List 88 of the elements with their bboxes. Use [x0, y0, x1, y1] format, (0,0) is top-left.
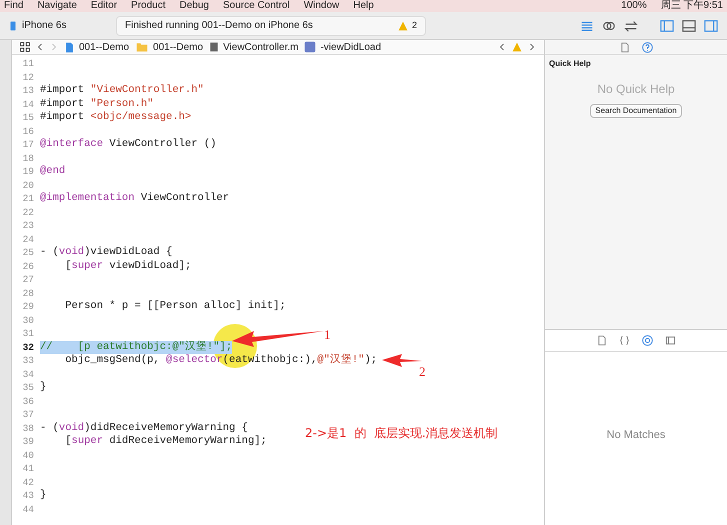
forward-icon[interactable] — [528, 42, 536, 52]
line-number: 28 — [22, 286, 35, 300]
target-icon[interactable] — [642, 335, 652, 346]
menu-item[interactable]: Navigate — [37, 0, 77, 12]
line-number: 15 — [22, 111, 35, 124]
line-number: 27 — [22, 273, 35, 286]
line-number: 12 — [22, 70, 35, 84]
line-number: 20 — [22, 178, 35, 192]
phone-icon — [8, 20, 18, 30]
line-number: 41 — [22, 462, 35, 476]
line-number: 23 — [22, 219, 35, 232]
grid-icon[interactable] — [20, 42, 30, 52]
media-icon[interactable] — [664, 335, 676, 346]
line-number: 39 — [22, 435, 35, 448]
code-line: [super viewDidLoad]; — [64, 260, 192, 273]
line-number: 42 — [22, 476, 35, 489]
arrow — [382, 354, 422, 367]
battery-level: 100% — [621, 0, 647, 12]
line-number: 11 — [22, 57, 35, 70]
line-number: 31 — [22, 327, 35, 340]
code-line: #import "ViewController.h" — [40, 84, 204, 98]
panel-title: Quick Help — [548, 58, 592, 70]
breadcrumb[interactable]: 001--Demo — [64, 40, 130, 54]
line-number: 25 — [22, 246, 35, 260]
menu-item[interactable]: Debug — [180, 0, 209, 12]
line-number: 32 — [22, 340, 35, 354]
breadcrumb[interactable]: 001--Demo — [135, 40, 204, 54]
scheme-selector[interactable]: iPhone 6s — [8, 18, 108, 33]
right-panel-icon[interactable] — [703, 18, 719, 32]
line-number: 21 — [22, 192, 35, 206]
code-line: - (void)viewDidLoad { — [40, 246, 172, 260]
line-number: 19 — [22, 165, 35, 178]
line-number: 40 — [22, 448, 35, 462]
breadcrumb[interactable]: ViewController.m — [209, 40, 298, 54]
line-number: 33 — [22, 354, 35, 368]
menu-item[interactable]: Find — [4, 0, 24, 12]
line-number: 22 — [22, 206, 35, 219]
line-number: 43 — [22, 489, 35, 502]
line-number: 18 — [22, 152, 35, 165]
empty-message: No Matches — [606, 428, 666, 443]
line-number: 34 — [22, 368, 35, 381]
warning-count: 2 — [412, 18, 417, 32]
menu-item[interactable]: Editor — [90, 0, 118, 12]
line-number: 38 — [22, 422, 35, 435]
menu-item[interactable]: Window — [304, 0, 340, 12]
annotation-number: 2 — [419, 363, 426, 381]
code-line: @interface ViewController () — [40, 138, 216, 152]
clock: 周三 下午9:51 — [660, 0, 723, 12]
code-line: [super didReceiveMemoryWarning]; — [64, 435, 267, 448]
help-icon[interactable] — [642, 42, 652, 52]
annotation-note: 2->是1 的 底层实现.消息发送机制 — [305, 425, 498, 442]
line-number: 37 — [22, 408, 35, 422]
breadcrumb[interactable]: -viewDidLoad — [304, 40, 382, 54]
back-icon[interactable] — [36, 42, 44, 52]
menu-item[interactable]: Product — [131, 0, 166, 12]
code-line: #import "Person.h" — [40, 98, 154, 111]
line-number: 13 — [22, 84, 35, 98]
line-number: 36 — [22, 394, 35, 408]
back-icon[interactable] — [498, 42, 506, 52]
file-icon[interactable] — [596, 335, 606, 346]
empty-message: No Quick Help — [596, 81, 676, 98]
line-number: 30 — [22, 314, 35, 327]
search-documentation-button[interactable]: Search Documentation — [590, 104, 682, 118]
code-line: Person * p = [[Person alloc] init]; — [64, 300, 286, 314]
code-line: #import <objc/message.h> — [40, 111, 192, 124]
braces-icon[interactable] — [618, 335, 630, 346]
file-icon[interactable] — [620, 42, 630, 52]
left-panel-icon[interactable] — [659, 18, 675, 32]
status-text: Finished running 001--Demo on iPhone 6s — [125, 19, 314, 33]
line-number: 14 — [22, 98, 35, 111]
code-line: @implementation ViewController — [40, 192, 230, 206]
line-number: 29 — [22, 300, 35, 314]
annotation-number: 1 — [324, 326, 330, 344]
menu-item[interactable]: Help — [353, 0, 374, 12]
line-number: 17 — [22, 138, 35, 152]
document-icon — [64, 40, 75, 54]
line-number: 24 — [22, 232, 35, 246]
arrows-left-right-icon[interactable] — [623, 18, 639, 32]
bottom-panel-icon[interactable] — [681, 18, 697, 32]
line-number: 16 — [22, 124, 35, 138]
menu-item[interactable]: Source Control — [222, 0, 290, 12]
code-line: } — [40, 489, 46, 502]
line-number: 26 — [22, 260, 35, 273]
line-number: 35 — [22, 381, 35, 394]
code-line: } — [40, 381, 46, 394]
code-line: - (void)didReceiveMemoryWarning { — [40, 422, 248, 435]
line-number: 44 — [22, 502, 35, 516]
code-line: @end — [40, 165, 66, 178]
